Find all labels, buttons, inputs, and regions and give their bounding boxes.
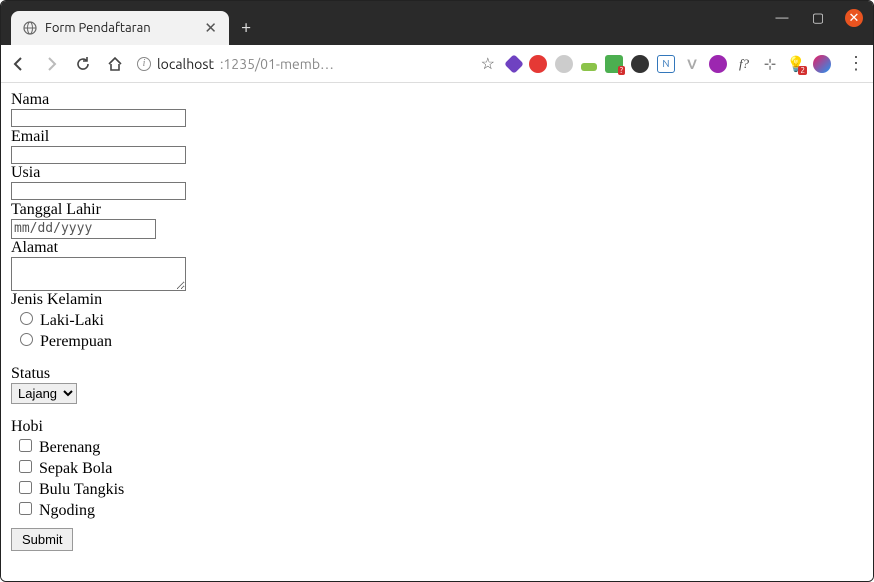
- radio-perempuan-label: Perempuan: [40, 333, 112, 350]
- submit-button[interactable]: Submit: [11, 528, 73, 551]
- profile-avatar[interactable]: [813, 55, 831, 73]
- extension-icon[interactable]: [504, 54, 524, 74]
- extension-icon[interactable]: [709, 55, 727, 73]
- window-controls: — ▢ ✕: [773, 9, 863, 27]
- browser-toolbar: i localhost :1235/01-memb… ☆ ? N V f? ⊹ 💡…: [1, 45, 873, 83]
- extension-icon[interactable]: 💡2: [787, 55, 805, 73]
- url-host: localhost: [157, 56, 214, 72]
- checkbox-sepakbola-label: Sepak Bola: [39, 460, 112, 477]
- extension-icon[interactable]: ⊹: [761, 55, 779, 73]
- status-select[interactable]: Lajang: [11, 383, 77, 404]
- bookmark-star-icon[interactable]: ☆: [481, 54, 495, 73]
- status-label: Status: [11, 365, 863, 383]
- nama-label: Nama: [11, 91, 863, 109]
- site-info-icon[interactable]: i: [137, 57, 151, 71]
- titlebar: Form Pendaftaran ✕ + — ▢ ✕: [1, 1, 873, 45]
- tanggal-input[interactable]: [11, 219, 156, 239]
- hobi-label: Hobi: [11, 418, 863, 436]
- extension-icon[interactable]: f?: [735, 55, 753, 73]
- badge: 2: [798, 66, 807, 75]
- radio-laki[interactable]: [20, 312, 33, 325]
- window-close-button[interactable]: ✕: [845, 9, 863, 27]
- radio-perempuan[interactable]: [20, 333, 33, 346]
- extension-icon[interactable]: [631, 55, 649, 73]
- extension-icon[interactable]: [555, 55, 573, 73]
- checkbox-bulutangkis[interactable]: [19, 481, 32, 494]
- email-label: Email: [11, 128, 863, 146]
- extension-icon[interactable]: V: [683, 55, 701, 73]
- extension-icon[interactable]: [581, 63, 597, 71]
- globe-icon: [23, 21, 37, 35]
- checkbox-ngoding[interactable]: [19, 502, 32, 515]
- browser-tab[interactable]: Form Pendaftaran ✕: [11, 11, 229, 45]
- back-button[interactable]: [9, 54, 29, 74]
- home-button[interactable]: [105, 54, 125, 74]
- reload-button[interactable]: [73, 54, 93, 74]
- forward-button[interactable]: [41, 54, 61, 74]
- address-bar[interactable]: i localhost :1235/01-memb…: [137, 56, 469, 72]
- checkbox-sepakbola[interactable]: [19, 460, 32, 473]
- tanggal-label: Tanggal Lahir: [11, 201, 863, 219]
- email-input[interactable]: [11, 146, 186, 164]
- alamat-textarea[interactable]: [11, 257, 186, 291]
- checkbox-bulutangkis-label: Bulu Tangkis: [39, 481, 124, 498]
- browser-window: Form Pendaftaran ✕ + — ▢ ✕ i localhost :1…: [0, 0, 874, 582]
- new-tab-button[interactable]: +: [241, 17, 251, 37]
- page-content: Nama Email Usia Tanggal Lahir Alamat Jen…: [1, 83, 873, 581]
- minimize-button[interactable]: —: [773, 9, 791, 27]
- tab-title: Form Pendaftaran: [45, 21, 196, 35]
- maximize-button[interactable]: ▢: [809, 9, 827, 27]
- extension-icon[interactable]: [529, 55, 547, 73]
- extensions-row: ? N V f? ⊹ 💡2: [507, 55, 831, 73]
- extension-icon[interactable]: ?: [605, 55, 623, 73]
- url-path: :1235/01-memb…: [220, 56, 334, 72]
- checkbox-berenang-label: Berenang: [39, 439, 100, 456]
- menu-button[interactable]: ⋮: [847, 53, 865, 74]
- usia-input[interactable]: [11, 182, 186, 200]
- jenis-kelamin-label: Jenis Kelamin: [11, 291, 863, 309]
- tab-close-icon[interactable]: ✕: [204, 19, 217, 37]
- badge: ?: [618, 66, 625, 75]
- checkbox-berenang[interactable]: [19, 439, 32, 452]
- usia-label: Usia: [11, 164, 863, 182]
- checkbox-ngoding-label: Ngoding: [39, 502, 95, 519]
- radio-laki-label: Laki-Laki: [40, 312, 104, 329]
- nama-input[interactable]: [11, 109, 186, 127]
- extension-icon[interactable]: N: [657, 55, 675, 73]
- alamat-label: Alamat: [11, 239, 863, 257]
